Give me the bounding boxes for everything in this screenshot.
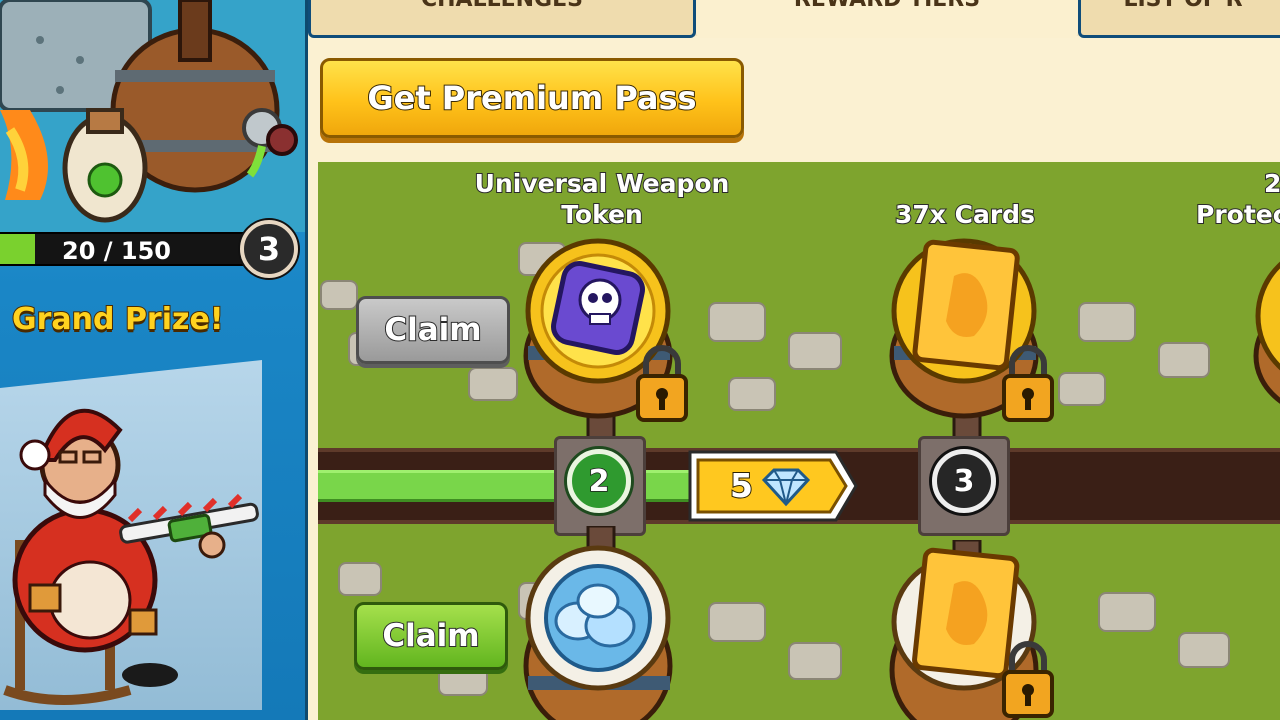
event-side-panel: 20 / 150 3 Grand Prize! <box>0 0 308 720</box>
decor-stone <box>320 280 358 310</box>
skip-tier-gem-cost: 5 <box>729 465 754 506</box>
reward-title-line: Protec <box>1195 199 1280 230</box>
santa-character-icon <box>3 408 259 705</box>
decor-stone <box>1078 302 1136 342</box>
decor-stone <box>338 562 382 596</box>
decor-stone <box>788 332 842 370</box>
tab-challenges-label: CHALLENGES <box>421 0 583 12</box>
claim-free-reward-button[interactable]: Claim <box>354 602 508 670</box>
tab-list-of-rewards[interactable]: LIST OF R <box>1078 0 1280 38</box>
decor-stone <box>1178 632 1230 668</box>
event-progress-bar: 20 / 150 <box>0 232 262 266</box>
decor-stone <box>708 302 766 342</box>
reward-title-line: 2 <box>1263 168 1280 199</box>
decor-stone <box>788 642 842 680</box>
reward-title-line: Universal Weapon <box>474 168 731 199</box>
tab-reward-tiers-label: REWARD TIERS <box>794 0 980 12</box>
card-icon <box>912 547 1020 679</box>
reward-title-protection: 2 Protec <box>1190 168 1280 230</box>
grand-prize-santa-card[interactable] <box>0 360 262 710</box>
reward-barrel-universal-weapon-token[interactable] <box>518 236 688 436</box>
get-premium-pass-button[interactable]: Get Premium Pass <box>320 58 744 138</box>
reward-title-37x-cards: 37x Cards <box>860 199 1070 230</box>
decor-stone <box>1158 342 1210 378</box>
event-level-badge: 3 <box>240 220 298 278</box>
event-banner-art <box>0 0 305 232</box>
tier-2-badge: 2 <box>567 449 631 513</box>
event-progress-fill <box>0 234 35 264</box>
decor-stone <box>728 377 776 411</box>
claim-premium-reward-button[interactable]: Claim <box>356 296 510 364</box>
decor-stone <box>708 602 766 642</box>
skull-token-icon <box>551 261 645 355</box>
reward-title-line: Token <box>560 199 644 230</box>
decor-stone <box>1058 372 1106 406</box>
tier-3-badge: 3 <box>932 449 996 513</box>
reward-barrel-37x-cards[interactable] <box>884 236 1064 436</box>
skip-tier-gem-button[interactable] <box>686 448 858 524</box>
grand-prize-label: Grand Prize! <box>11 301 224 338</box>
tab-challenges[interactable]: CHALLENGES <box>308 0 696 38</box>
event-progress-text: 20 / 150 <box>62 237 171 265</box>
reward-barrel-protection[interactable] <box>1248 256 1280 436</box>
reward-barrel-cards-free[interactable] <box>884 540 1064 720</box>
reward-barrel-gems[interactable] <box>518 526 688 720</box>
reward-title-universal-weapon-token: Universal Weapon Token <box>462 168 742 230</box>
reward-title-line: 37x Cards <box>894 199 1036 230</box>
barrel-still-illustration <box>0 0 305 232</box>
tab-reward-tiers[interactable]: REWARD TIERS <box>696 0 1078 38</box>
decor-stone <box>1098 592 1156 632</box>
tab-list-of-rewards-label: LIST OF R <box>1123 0 1242 12</box>
decor-stone <box>468 367 518 401</box>
card-icon <box>912 239 1020 371</box>
